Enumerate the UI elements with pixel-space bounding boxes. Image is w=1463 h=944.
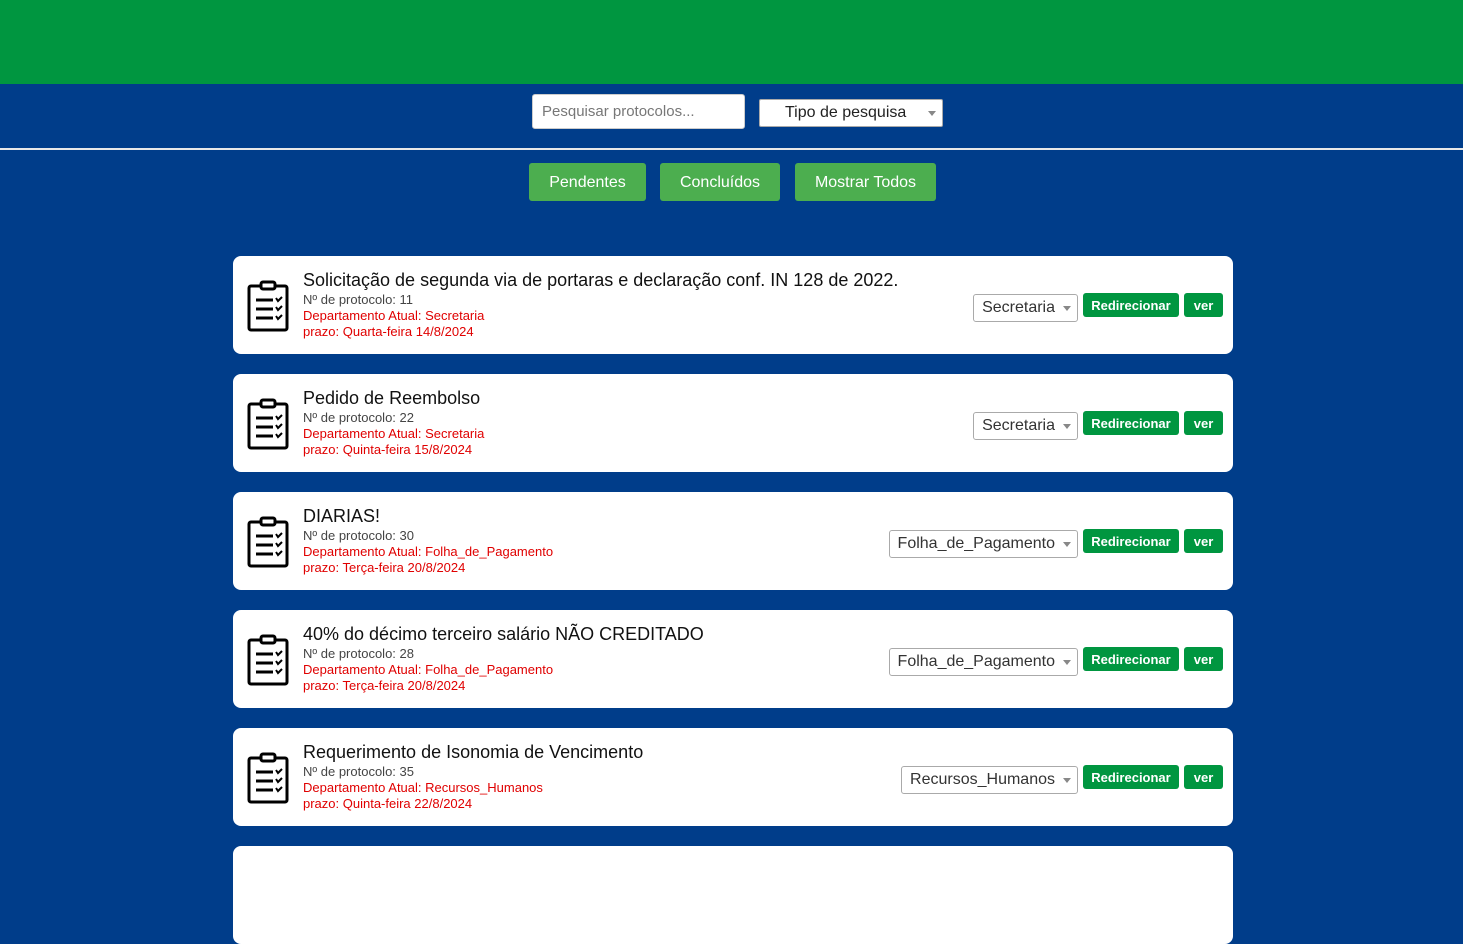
protocol-title: Solicitação de segunda via de portaras e… (303, 270, 899, 290)
view-button[interactable]: ver (1184, 411, 1223, 435)
chevron-down-icon (1063, 778, 1071, 783)
department-select[interactable]: Folha_de_Pagamento (888, 530, 1078, 558)
clipboard-checklist-icon (247, 634, 289, 686)
protocol-card: 40% do décimo terceiro salário NÃO CREDI… (233, 610, 1233, 708)
view-button[interactable]: ver (1184, 529, 1223, 553)
clipboard-checklist-icon (247, 752, 289, 804)
protocol-card-partial (233, 846, 1233, 944)
department-select[interactable]: Recursos_Humanos (901, 766, 1078, 794)
chevron-down-icon (1063, 306, 1071, 311)
protocol-number: Nº de protocolo: 35 (303, 764, 414, 779)
redirect-button[interactable]: Redirecionar (1083, 647, 1179, 671)
protocol-card: Requerimento de Isonomia de Vencimento N… (233, 728, 1233, 826)
show-all-filter-button[interactable]: Mostrar Todos (795, 163, 936, 201)
protocol-deadline: prazo: Terça-feira 20/8/2024 (303, 678, 466, 693)
protocol-title: Requerimento de Isonomia de Vencimento (303, 742, 644, 762)
department-select-value: Folha_de_Pagamento (897, 535, 1055, 552)
protocol-deadline: prazo: Quarta-feira 14/8/2024 (303, 324, 474, 339)
redirect-button[interactable]: Redirecionar (1083, 293, 1179, 317)
chevron-down-icon (928, 111, 936, 116)
pending-filter-button[interactable]: Pendentes (529, 163, 646, 201)
chevron-down-icon (1063, 660, 1071, 665)
department-select[interactable]: Secretaria (973, 412, 1078, 440)
protocol-card: Pedido de Reembolso Nº de protocolo: 22 … (233, 374, 1233, 472)
department-select[interactable]: Folha_de_Pagamento (888, 648, 1078, 676)
protocol-department: Departamento Atual: Recursos_Humanos (303, 780, 543, 795)
protocol-number: Nº de protocolo: 22 (303, 410, 414, 425)
clipboard-checklist-icon (247, 516, 289, 568)
department-select-value: Recursos_Humanos (910, 771, 1055, 788)
view-button[interactable]: ver (1184, 765, 1223, 789)
view-button[interactable]: ver (1184, 293, 1223, 317)
search-input[interactable] (532, 94, 745, 129)
protocol-department: Departamento Atual: Folha_de_Pagamento (303, 544, 554, 559)
protocol-department: Departamento Atual: Secretaria (303, 308, 485, 323)
completed-filter-button[interactable]: Concluídos (660, 163, 780, 201)
protocol-title: Pedido de Reembolso (303, 388, 481, 408)
filter-bar: Pendentes Concluídos Mostrar Todos (0, 150, 1463, 256)
clipboard-checklist-icon (247, 280, 289, 332)
protocol-deadline: prazo: Quinta-feira 22/8/2024 (303, 796, 473, 811)
chevron-down-icon (1063, 424, 1071, 429)
search-type-select[interactable]: Tipo de pesquisa (759, 99, 943, 127)
protocol-title: 40% do décimo terceiro salário NÃO CREDI… (303, 624, 704, 644)
search-bar: Tipo de pesquisa (0, 84, 1463, 148)
department-select-value: Secretaria (982, 299, 1055, 316)
protocol-card: DIARIAS! Nº de protocolo: 30 Departament… (233, 492, 1233, 590)
protocol-title: DIARIAS! (303, 506, 381, 526)
protocol-number: Nº de protocolo: 30 (303, 528, 414, 543)
protocol-department: Departamento Atual: Secretaria (303, 426, 485, 441)
clipboard-checklist-icon (247, 398, 289, 450)
search-type-label: Tipo de pesquisa (785, 104, 907, 121)
chevron-down-icon (1063, 542, 1071, 547)
protocol-number: Nº de protocolo: 28 (303, 646, 414, 661)
redirect-button[interactable]: Redirecionar (1083, 765, 1179, 789)
protocol-department: Departamento Atual: Folha_de_Pagamento (303, 662, 554, 677)
view-button[interactable]: ver (1184, 647, 1223, 671)
protocol-deadline: prazo: Terça-feira 20/8/2024 (303, 560, 466, 575)
protocol-deadline: prazo: Quinta-feira 15/8/2024 (303, 442, 473, 457)
redirect-button[interactable]: Redirecionar (1083, 411, 1179, 435)
department-select[interactable]: Secretaria (973, 294, 1078, 322)
redirect-button[interactable]: Redirecionar (1083, 529, 1179, 553)
protocol-card: Solicitação de segunda via de portaras e… (233, 256, 1233, 354)
department-select-value: Secretaria (982, 417, 1055, 434)
department-select-value: Folha_de_Pagamento (897, 653, 1055, 670)
protocol-number: Nº de protocolo: 11 (303, 292, 414, 307)
header-bar (0, 0, 1463, 84)
